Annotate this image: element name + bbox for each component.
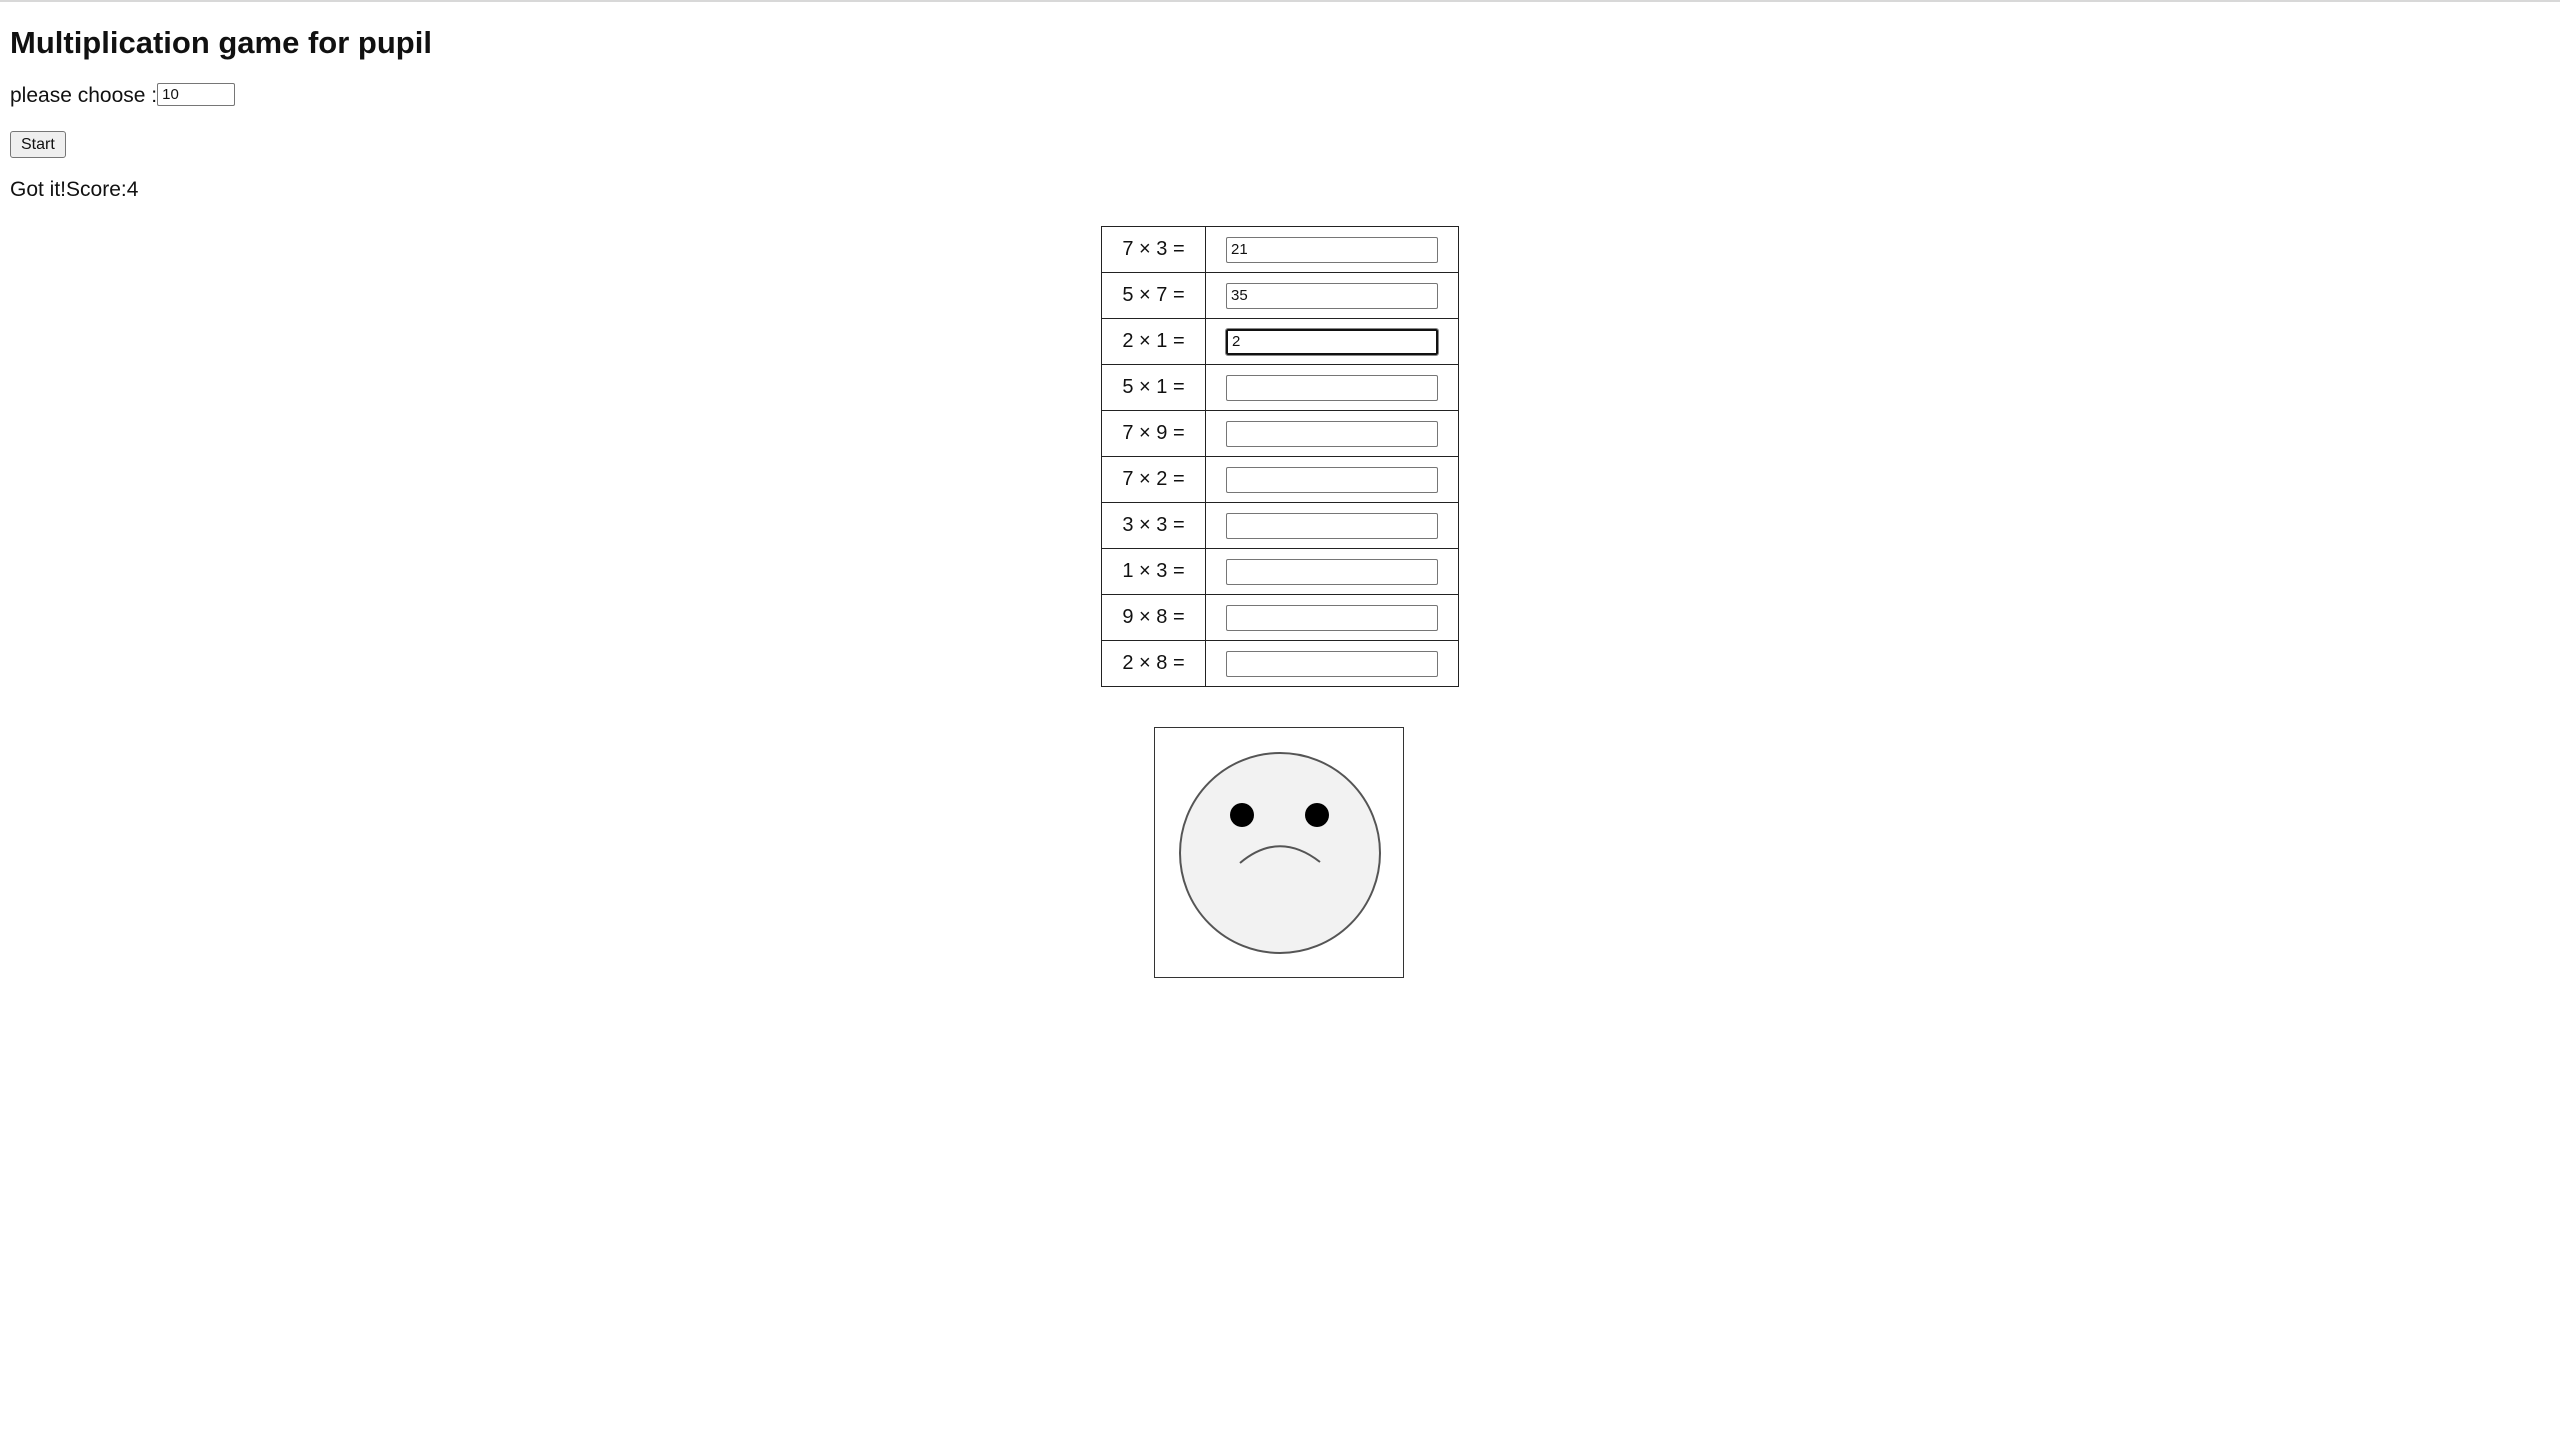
question-label: 1 × 3 = — [1101, 548, 1206, 595]
table-row: 2 × 1 = — [1101, 318, 1459, 365]
question-label: 7 × 3 = — [1101, 226, 1206, 273]
score-status: Got it!Score:4 — [10, 178, 139, 201]
table-row: 5 × 1 = — [1101, 364, 1459, 411]
result-face-canvas — [1154, 727, 1404, 978]
table-row: 1 × 3 = — [1101, 548, 1459, 595]
question-count-row: please choose : — [10, 82, 236, 110]
choose-label: please choose : — [10, 84, 158, 107]
window-top-border — [0, 0, 2560, 2]
answer-input[interactable] — [1226, 236, 1438, 263]
question-label: 3 × 3 = — [1101, 502, 1206, 549]
question-label: 2 × 8 = — [1101, 640, 1206, 687]
table-row: 7 × 2 = — [1101, 456, 1459, 503]
sad-face-icon — [1179, 752, 1381, 954]
table-row: 2 × 8 = — [1101, 640, 1459, 687]
table-row: 7 × 3 = — [1101, 226, 1459, 273]
question-label: 5 × 1 = — [1101, 364, 1206, 411]
table-row: 7 × 9 = — [1101, 410, 1459, 457]
face-circle — [1179, 752, 1381, 954]
page-title: Multiplication game for pupil — [10, 25, 432, 60]
right-eye — [1305, 803, 1329, 827]
question-label: 7 × 9 = — [1101, 410, 1206, 457]
question-label: 2 × 1 = — [1101, 318, 1206, 365]
table-row: 5 × 7 = — [1101, 272, 1459, 319]
table-row: 9 × 8 = — [1101, 594, 1459, 641]
question-label: 5 × 7 = — [1101, 272, 1206, 319]
answer-input[interactable] — [1226, 604, 1438, 631]
answer-input[interactable] — [1226, 466, 1438, 493]
answer-input[interactable] — [1226, 650, 1438, 677]
table-row: 3 × 3 = — [1101, 502, 1459, 549]
answer-input[interactable] — [1226, 558, 1438, 585]
start-button[interactable]: Start — [10, 131, 66, 158]
answer-input[interactable] — [1226, 512, 1438, 539]
answer-input[interactable] — [1226, 374, 1438, 401]
question-label: 7 × 2 = — [1101, 456, 1206, 503]
left-eye — [1230, 803, 1254, 827]
quiz-table: 7 × 3 = 5 × 7 = 2 × 1 = 5 × 1 = 7 × 9 = … — [1101, 226, 1459, 687]
question-label: 9 × 8 = — [1101, 594, 1206, 641]
answer-input[interactable] — [1226, 282, 1438, 309]
answer-input[interactable] — [1226, 420, 1438, 447]
answer-input-focused[interactable] — [1225, 327, 1439, 356]
question-count-input[interactable] — [157, 82, 236, 106]
